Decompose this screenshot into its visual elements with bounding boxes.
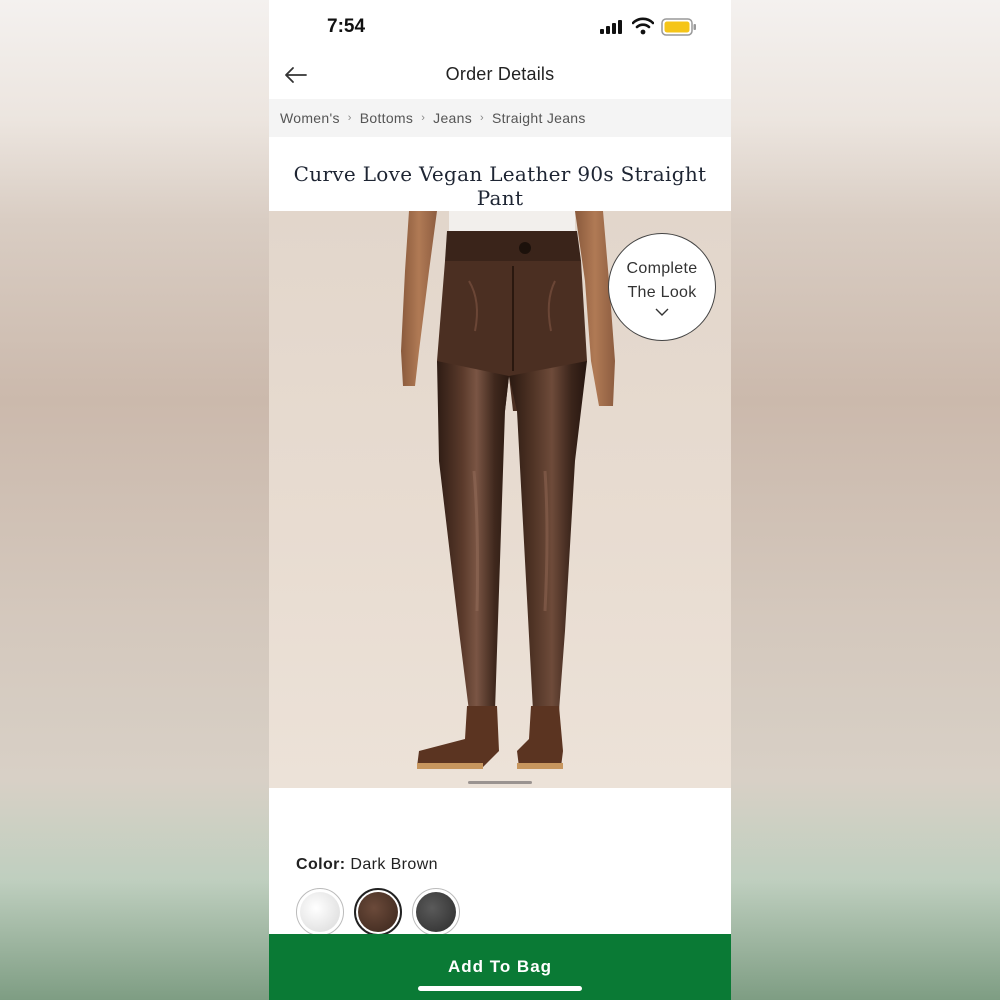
product-title: Curve Love Vegan Leather 90s Straight Pa…	[293, 162, 707, 210]
chevron-down-icon	[655, 308, 669, 316]
breadcrumb: Women's › Bottoms › Jeans › Straight Jea…	[269, 99, 731, 137]
color-label: Color:	[296, 856, 346, 873]
swatch-white[interactable]	[296, 888, 344, 936]
complete-the-look-button[interactable]: Complete The Look	[608, 233, 716, 341]
color-value: Dark Brown	[350, 856, 438, 873]
breadcrumb-womens[interactable]: Women's	[280, 110, 340, 126]
breadcrumb-chevron-icon: ›	[421, 112, 426, 124]
breadcrumb-chevron-icon: ›	[347, 112, 352, 124]
home-indicator	[418, 986, 582, 991]
breadcrumb-chevron-icon: ›	[480, 112, 484, 124]
swatch-dark-brown[interactable]	[354, 888, 402, 936]
complete-look-line2: The Look	[627, 284, 697, 301]
complete-look-line1: Complete	[626, 260, 698, 277]
swatch-black-fill	[416, 892, 456, 932]
color-selection-label: Color: Dark Brown	[296, 856, 438, 874]
swatch-black[interactable]	[412, 888, 460, 936]
swatch-white-fill	[300, 892, 340, 932]
background-blur-right	[731, 0, 1000, 1000]
background-blur-left	[0, 0, 269, 1000]
breadcrumb-bottoms[interactable]: Bottoms	[360, 110, 413, 126]
page-title: Order Details	[445, 64, 555, 84]
breadcrumb-jeans[interactable]: Jeans	[433, 110, 472, 126]
wifi-icon	[631, 17, 655, 40]
signal-icon	[600, 20, 624, 39]
status-time: 7:54	[327, 16, 366, 37]
carousel-indicator	[468, 781, 532, 784]
swatch-dark-brown-fill	[358, 892, 398, 932]
status-bar: 7:54	[269, 0, 731, 52]
phone-screen: 7:54 Order Details Women's › Bottoms › J…	[269, 0, 731, 1000]
breadcrumb-straight-jeans[interactable]: Straight Jeans	[492, 110, 586, 126]
battery-icon	[661, 18, 697, 41]
nav-header: Order Details	[269, 52, 731, 99]
